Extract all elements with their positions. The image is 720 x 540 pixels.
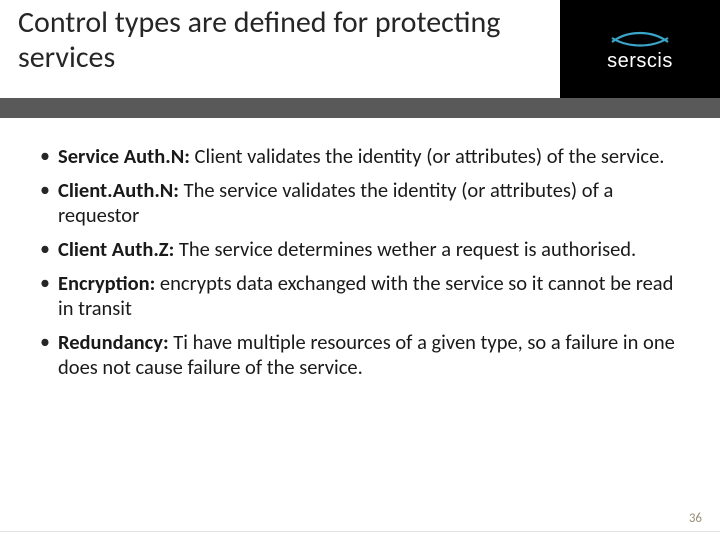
title-area: Control types are defined for protecting… <box>0 0 560 98</box>
bullet-list: Service Auth.N: Client validates the ide… <box>40 144 680 381</box>
footer-rule <box>0 531 720 532</box>
list-item: Client.Auth.N: The service validates the… <box>40 178 680 229</box>
list-item: Encryption: encrypts data exchanged with… <box>40 271 680 322</box>
bullet-label: Redundancy: <box>58 329 169 355</box>
serscis-logo: serscis <box>607 26 673 73</box>
bullet-label: Service Auth.N: <box>58 143 190 169</box>
bullet-label: Client.Auth.N: <box>58 177 179 203</box>
page-number: 36 <box>689 511 702 526</box>
list-item: Service Auth.N: Client validates the ide… <box>40 144 680 170</box>
logo-area: serscis <box>560 0 720 98</box>
logo-text: serscis <box>607 50 673 73</box>
slide-body: Service Auth.N: Client validates the ide… <box>0 118 720 381</box>
bullet-label: Encryption: <box>58 270 155 296</box>
logo-swoosh-icon <box>610 26 670 48</box>
list-item: Client Auth.Z: The service determines we… <box>40 237 680 263</box>
list-item: Redundancy: Ti have multiple resources o… <box>40 330 680 381</box>
slide-title: Control types are defined for protecting… <box>18 6 544 75</box>
slide-header: Control types are defined for protecting… <box>0 0 720 98</box>
bullet-text: Client validates the identity (or attrib… <box>190 143 665 169</box>
bullet-label: Client Auth.Z: <box>58 236 174 262</box>
header-bar <box>0 98 720 118</box>
slide: Control types are defined for protecting… <box>0 0 720 540</box>
bullet-text: The service determines wether a request … <box>174 236 636 262</box>
